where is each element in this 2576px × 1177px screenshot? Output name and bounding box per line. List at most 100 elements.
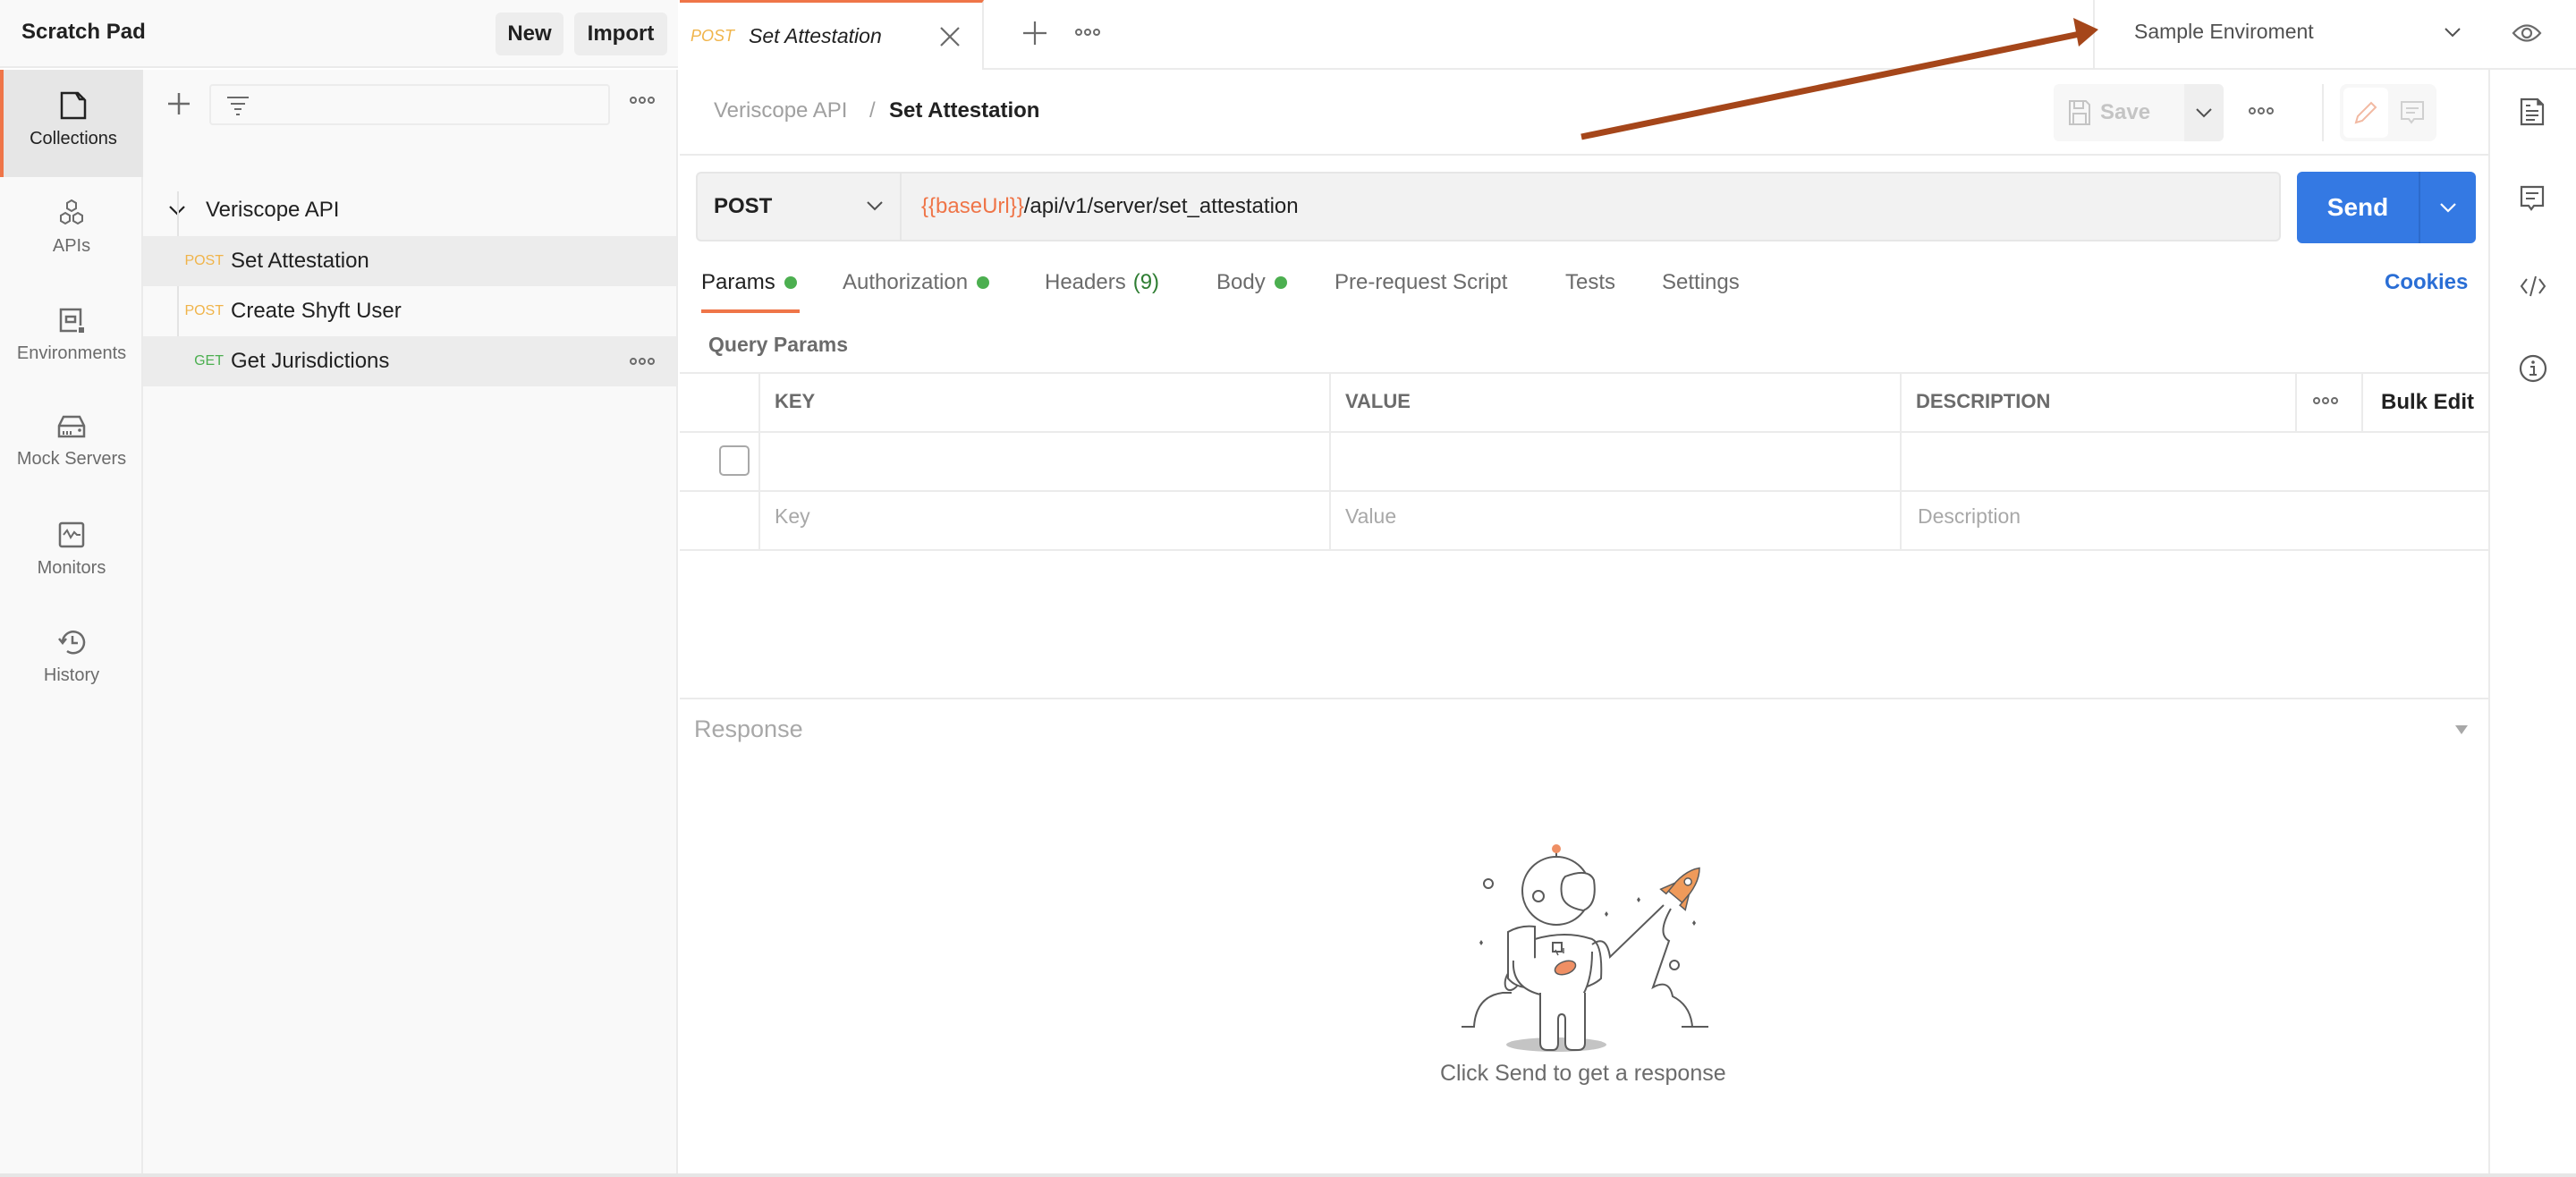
import-button[interactable]: Import (574, 13, 667, 55)
rail-item-apis[interactable]: APIs (0, 177, 143, 284)
history-icon (58, 631, 86, 655)
save-group: Save (2054, 84, 2224, 141)
plus-icon (168, 93, 190, 114)
save-label: Save (2100, 100, 2151, 124)
send-button[interactable]: Send (2297, 172, 2419, 243)
rail-item-label: Mock Servers (16, 449, 127, 469)
code-icon[interactable] (2519, 274, 2547, 299)
right-rail (2488, 70, 2576, 1177)
new-value-input[interactable]: Value (1345, 504, 1396, 529)
pencil-icon (2354, 101, 2377, 124)
new-key-input[interactable]: Key (775, 504, 810, 529)
rail-item-mock-servers[interactable]: Mock Servers (0, 392, 143, 499)
caret-down-icon[interactable] (2454, 724, 2469, 735)
tab-bar: POST Set Attestation Sample Enviroment (680, 0, 2576, 70)
query-params-table: KEY VALUE DESCRIPTION Bulk Edit Key Valu… (680, 372, 2488, 551)
method-select[interactable]: POST (696, 172, 900, 241)
method-badge: POST (184, 303, 224, 318)
request-more-icon[interactable] (630, 358, 655, 365)
url-variable: {{baseUrl}} (921, 194, 1024, 218)
tab-method: POST (691, 27, 735, 45)
monitors-icon (58, 521, 85, 548)
response-divider[interactable] (680, 698, 2488, 699)
new-description-input[interactable]: Description (1918, 504, 2021, 529)
column-header-description: DESCRIPTION (1916, 390, 2051, 412)
chevron-down-icon[interactable] (2444, 27, 2462, 38)
rail-item-label: Monitors (37, 558, 106, 578)
table-options-icon[interactable] (2313, 397, 2338, 404)
param-key-input[interactable] (760, 433, 1329, 490)
breadcrumb-separator: / (869, 98, 876, 123)
url-input[interactable]: {{baseUrl}}/api/v1/server/set_attestatio… (900, 172, 2281, 241)
tab-headers[interactable]: Headers (9) (1045, 270, 1159, 295)
status-dot (1274, 276, 1287, 289)
column-header-value: VALUE (1345, 390, 1411, 412)
request-header: Veriscope API / Set Attestation Save (680, 70, 2488, 156)
info-icon[interactable] (2519, 354, 2547, 383)
environment-name[interactable]: Sample Enviroment (2134, 20, 2314, 44)
param-row-checkbox[interactable] (719, 445, 750, 476)
save-icon (2069, 100, 2090, 125)
tab-authorization[interactable]: Authorization (843, 270, 990, 295)
eye-icon[interactable] (2512, 20, 2542, 47)
mode-toggle (2340, 84, 2436, 141)
documentation-icon[interactable] (2519, 97, 2546, 127)
rail-item-monitors[interactable]: Monitors (0, 499, 143, 606)
environment-selector[interactable]: Sample Enviroment (2093, 0, 2504, 68)
collection-row[interactable]: Veriscope API (143, 186, 676, 234)
comments-mode-button[interactable] (2390, 88, 2435, 138)
breadcrumb-parent[interactable]: Veriscope API (714, 98, 847, 123)
tab-tests[interactable]: Tests (1565, 270, 1615, 295)
workspace-name: Scratch Pad (21, 20, 146, 44)
comment-icon (2401, 101, 2424, 124)
param-description-input[interactable] (1902, 433, 2488, 490)
request-item-get-jurisdictions[interactable]: GET Get Jurisdictions (143, 336, 676, 386)
chevron-down-icon (2196, 108, 2212, 118)
divider (2322, 84, 2324, 141)
rail-item-collections[interactable]: Collections (0, 70, 143, 177)
response-title: Response (694, 716, 803, 742)
tab-label: Authorization (843, 270, 969, 294)
bulk-edit-button[interactable]: Bulk Edit (2381, 390, 2474, 415)
breadcrumb-current[interactable]: Set Attestation (889, 98, 1039, 123)
new-button[interactable]: New (496, 13, 564, 55)
cookies-link[interactable]: Cookies (2385, 270, 2468, 295)
tab-label: Pre-request Script (1335, 270, 1508, 294)
request-name: Create Shyft User (231, 299, 402, 323)
request-more-icon[interactable] (2249, 107, 2274, 114)
close-icon[interactable] (939, 26, 961, 47)
empty-response-hint: Click Send to get a response (1440, 1061, 1726, 1086)
tabs-more-icon[interactable] (1075, 29, 1100, 36)
rail-item-environments[interactable]: Environments (0, 284, 143, 392)
tab-pre-request-script[interactable]: Pre-request Script (1335, 270, 1507, 295)
add-collection-button[interactable] (165, 89, 193, 118)
tab-set-attestation[interactable]: POST Set Attestation (680, 0, 984, 70)
request-item-create-shyft-user[interactable]: POST Create Shyft User (143, 286, 676, 336)
param-value-input[interactable] (1331, 433, 1900, 490)
environments-icon (59, 308, 84, 333)
divider (680, 549, 2488, 551)
method-value: POST (714, 194, 773, 218)
save-options-button[interactable] (2184, 84, 2224, 141)
rail-item-label: Environments (16, 343, 127, 363)
request-item-set-attestation[interactable]: POST Set Attestation (143, 236, 676, 286)
edit-mode-button[interactable] (2343, 88, 2388, 138)
workspace-header: Scratch Pad New Import (0, 0, 678, 68)
save-button[interactable]: Save (2054, 84, 2184, 141)
tab-settings[interactable]: Settings (1662, 270, 1740, 295)
tab-title: Set Attestation (749, 24, 882, 47)
column-header-key: KEY (775, 390, 816, 412)
request-name: Get Jurisdictions (231, 349, 390, 373)
sidebar-more-icon[interactable] (630, 97, 655, 104)
collection-name: Veriscope API (206, 198, 340, 222)
new-tab-button[interactable] (1021, 20, 1048, 47)
tab-params[interactable]: Params (701, 270, 797, 295)
tab-body[interactable]: Body (1216, 270, 1287, 295)
send-options-button[interactable] (2419, 172, 2476, 243)
chevron-down-icon (867, 201, 883, 211)
comments-icon[interactable] (2519, 184, 2546, 213)
rail-item-label: Collections (30, 129, 117, 148)
filter-input[interactable] (209, 84, 610, 125)
rail-item-history[interactable]: History (0, 606, 143, 714)
mock-servers-icon (57, 415, 86, 438)
